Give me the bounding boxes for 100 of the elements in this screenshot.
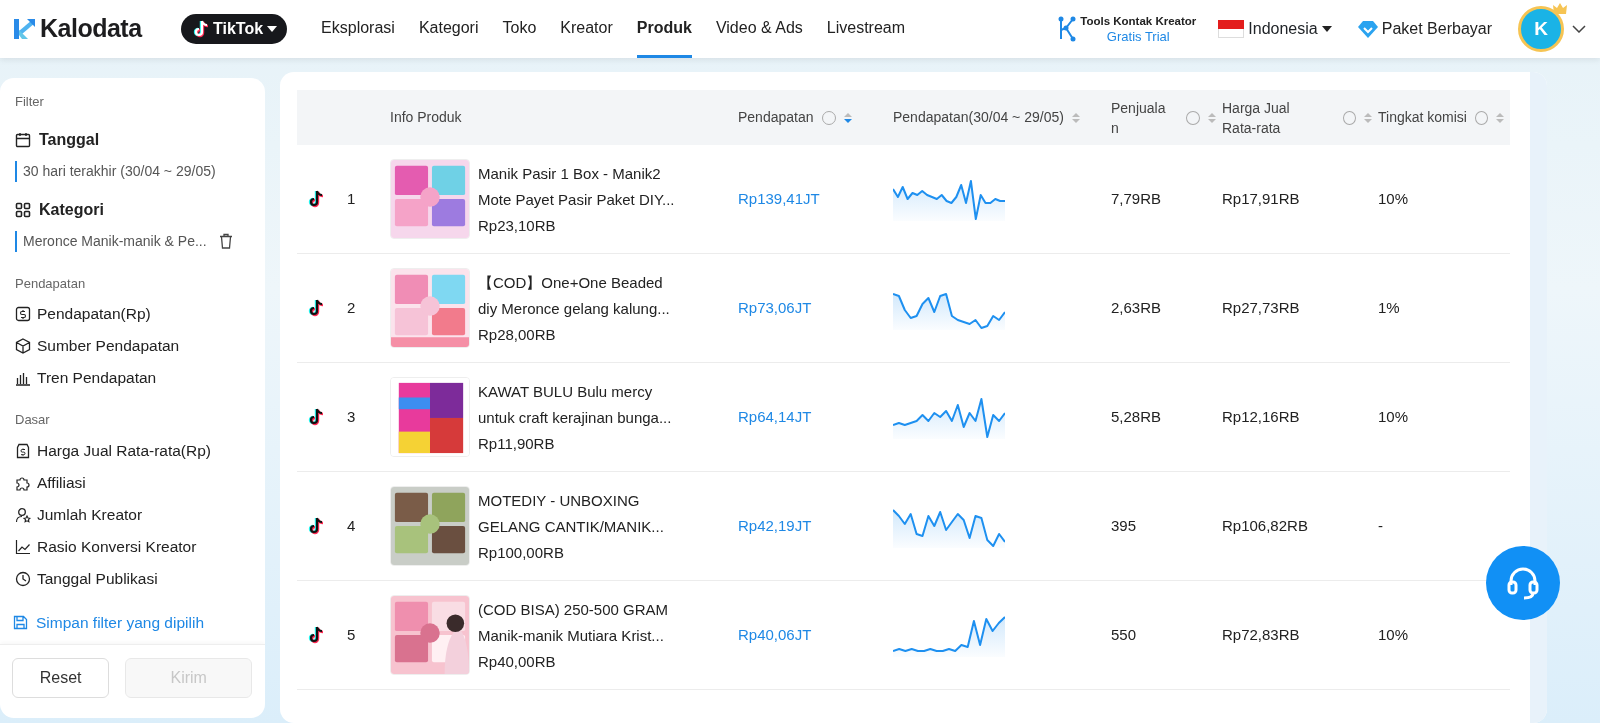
revenue-value: Rp73,06JT <box>738 297 813 318</box>
sort-icon[interactable] <box>1071 111 1080 124</box>
filter-option[interactable]: Harga Jual Rata-rata(Rp) <box>15 434 265 467</box>
nav-link[interactable]: Toko <box>502 0 537 58</box>
country-dropdown[interactable]: Indonesia <box>1218 17 1332 41</box>
avg-price-value: Rp106,82RB <box>1222 515 1309 536</box>
rank-number: 3 <box>347 406 356 427</box>
nav-link[interactable]: Video & Ads <box>715 0 803 58</box>
note-icon <box>308 408 324 426</box>
product-title[interactable]: Manik Pasir 1 Box - Manik2 Mote Payet Pasir Paket DIY... <box>478 160 675 213</box>
avg-price-value: Rp72,83RB <box>1222 624 1301 645</box>
commission-value: 10% <box>1378 624 1410 645</box>
note-icon <box>193 20 209 38</box>
product-price: Rp40,00RB <box>478 651 557 672</box>
nav-link[interactable]: Produk <box>636 0 692 58</box>
section-label: Filter <box>15 93 45 111</box>
grid-icon <box>15 201 31 218</box>
note-icon <box>308 299 324 317</box>
user-star-icon <box>15 506 31 523</box>
cube-icon <box>15 338 31 354</box>
puzzle-icon <box>15 474 31 491</box>
product-title[interactable]: 【COD】One+One Beaded diy Meronce gelang kalung... <box>478 269 670 322</box>
column-header: Penjualan <box>1111 98 1167 138</box>
filter-value[interactable]: 30 hari terakhir (30/04 ~ 29/05) <box>15 160 216 182</box>
sales-value: 395 <box>1111 515 1138 536</box>
bar-chart-icon <box>15 370 31 386</box>
section-label: Dasar <box>15 411 51 429</box>
product-title[interactable]: (COD BISA) 250-500 GRAM Manik-manik Mutiara Krist... <box>478 596 669 649</box>
commission-value: 10% <box>1378 406 1410 427</box>
commission-value: - <box>1378 515 1384 536</box>
network-icon <box>1058 16 1077 42</box>
revenue-value: Rp139,41JT <box>738 188 821 209</box>
sales-value: 2,63RB <box>1111 297 1163 318</box>
dollar-icon <box>15 306 31 322</box>
rank-number: 4 <box>347 515 356 536</box>
filter-option[interactable]: Sumber Pendapatan <box>15 330 265 362</box>
diamond-icon <box>1357 20 1378 38</box>
form-button[interactable]: Reset <box>12 658 110 698</box>
revenue-value: Rp64,14JT <box>738 406 813 427</box>
note-icon <box>308 517 324 535</box>
filter-option[interactable]: Affiliasi <box>15 466 265 499</box>
save-icon <box>13 614 28 630</box>
nav-link[interactable]: Livestream <box>826 0 906 58</box>
section-label: Pendapatan <box>15 274 87 293</box>
flag-icon <box>1218 20 1245 38</box>
sort-icon[interactable] <box>1208 111 1216 124</box>
column-header: Info Produk <box>390 108 462 127</box>
filter-option[interactable]: Jumlah Kreator <box>15 498 265 531</box>
note-icon <box>308 190 324 208</box>
plan-link[interactable]: Paket Berbayar <box>1357 17 1492 41</box>
sales-value: 550 <box>1111 624 1138 645</box>
sort-icon[interactable] <box>1496 111 1504 124</box>
column-header: Pendapatan(30/04 ~ 29/05) <box>893 108 1064 127</box>
logo-icon <box>12 17 36 41</box>
nav-link[interactable]: Kategori <box>418 0 479 58</box>
revenue-value: Rp42,19JT <box>738 515 813 536</box>
caret-icon <box>1321 25 1332 33</box>
filter-option[interactable]: Tanggal Publikasi <box>15 562 265 595</box>
clock-icon <box>15 570 31 587</box>
avg-price-value: Rp17,91RB <box>1222 188 1301 209</box>
product-title[interactable]: KAWAT BULU Bulu mercy untuk craft kerajinan bunga... <box>478 378 672 431</box>
filter-title: Kategori <box>39 199 104 220</box>
platform-dropdown[interactable]: TikTok <box>181 14 288 44</box>
product-price: Rp100,00RB <box>478 542 565 563</box>
nav-link[interactable]: Kreator <box>560 0 613 58</box>
trash-icon[interactable] <box>218 233 233 249</box>
line-chart-icon <box>15 538 31 555</box>
crown-icon <box>1553 3 1567 14</box>
revenue-value: Rp40,06JT <box>738 624 813 645</box>
rank-number: 2 <box>347 297 356 318</box>
filter-option[interactable]: Pendapatan(Rp) <box>15 298 265 330</box>
product-price: Rp23,10RB <box>478 215 557 236</box>
sort-icon[interactable] <box>1364 111 1372 124</box>
sales-value: 5,28RB <box>1111 406 1163 427</box>
sort-icon[interactable] <box>843 111 852 124</box>
avg-price-value: Rp27,73RB <box>1222 297 1301 318</box>
price-tag-icon <box>15 442 31 459</box>
rank-number: 1 <box>347 188 356 209</box>
save-filter-link[interactable]: Simpan filter yang dipilih <box>0 606 265 644</box>
commission-value: 10% <box>1378 188 1410 209</box>
filter-title: Tanggal <box>39 129 100 150</box>
column-header: Pendapatan <box>738 108 814 127</box>
note-icon <box>308 626 324 644</box>
nav-link[interactable]: Eksplorasi <box>321 0 395 58</box>
trial-link[interactable]: Gratis Trial <box>1106 29 1170 44</box>
avg-price-value: Rp12,16RB <box>1222 406 1301 427</box>
calendar-icon <box>15 131 31 148</box>
filter-option[interactable]: Tren Pendapatan <box>15 362 265 394</box>
logo-text: Kalodata <box>40 13 142 45</box>
chevron-down-icon[interactable] <box>1572 25 1586 33</box>
sales-value: 7,79RB <box>1111 188 1163 209</box>
tools-title: Tools Kontak Kreator <box>1080 14 1197 29</box>
filter-option[interactable]: Rasio Konversi Kreator <box>15 530 265 563</box>
commission-value: 1% <box>1378 297 1401 318</box>
product-title[interactable]: MOTEDIY - UNBOXING GELANG CANTIK/MANIK... <box>478 487 664 540</box>
product-price: Rp28,00RB <box>478 324 557 345</box>
column-header: Tingkat komisi <box>1378 108 1467 127</box>
product-price: Rp11,90RB <box>478 433 556 454</box>
filter-value[interactable]: Meronce Manik-manik & Pe... <box>15 230 207 252</box>
caret-icon <box>267 25 278 33</box>
